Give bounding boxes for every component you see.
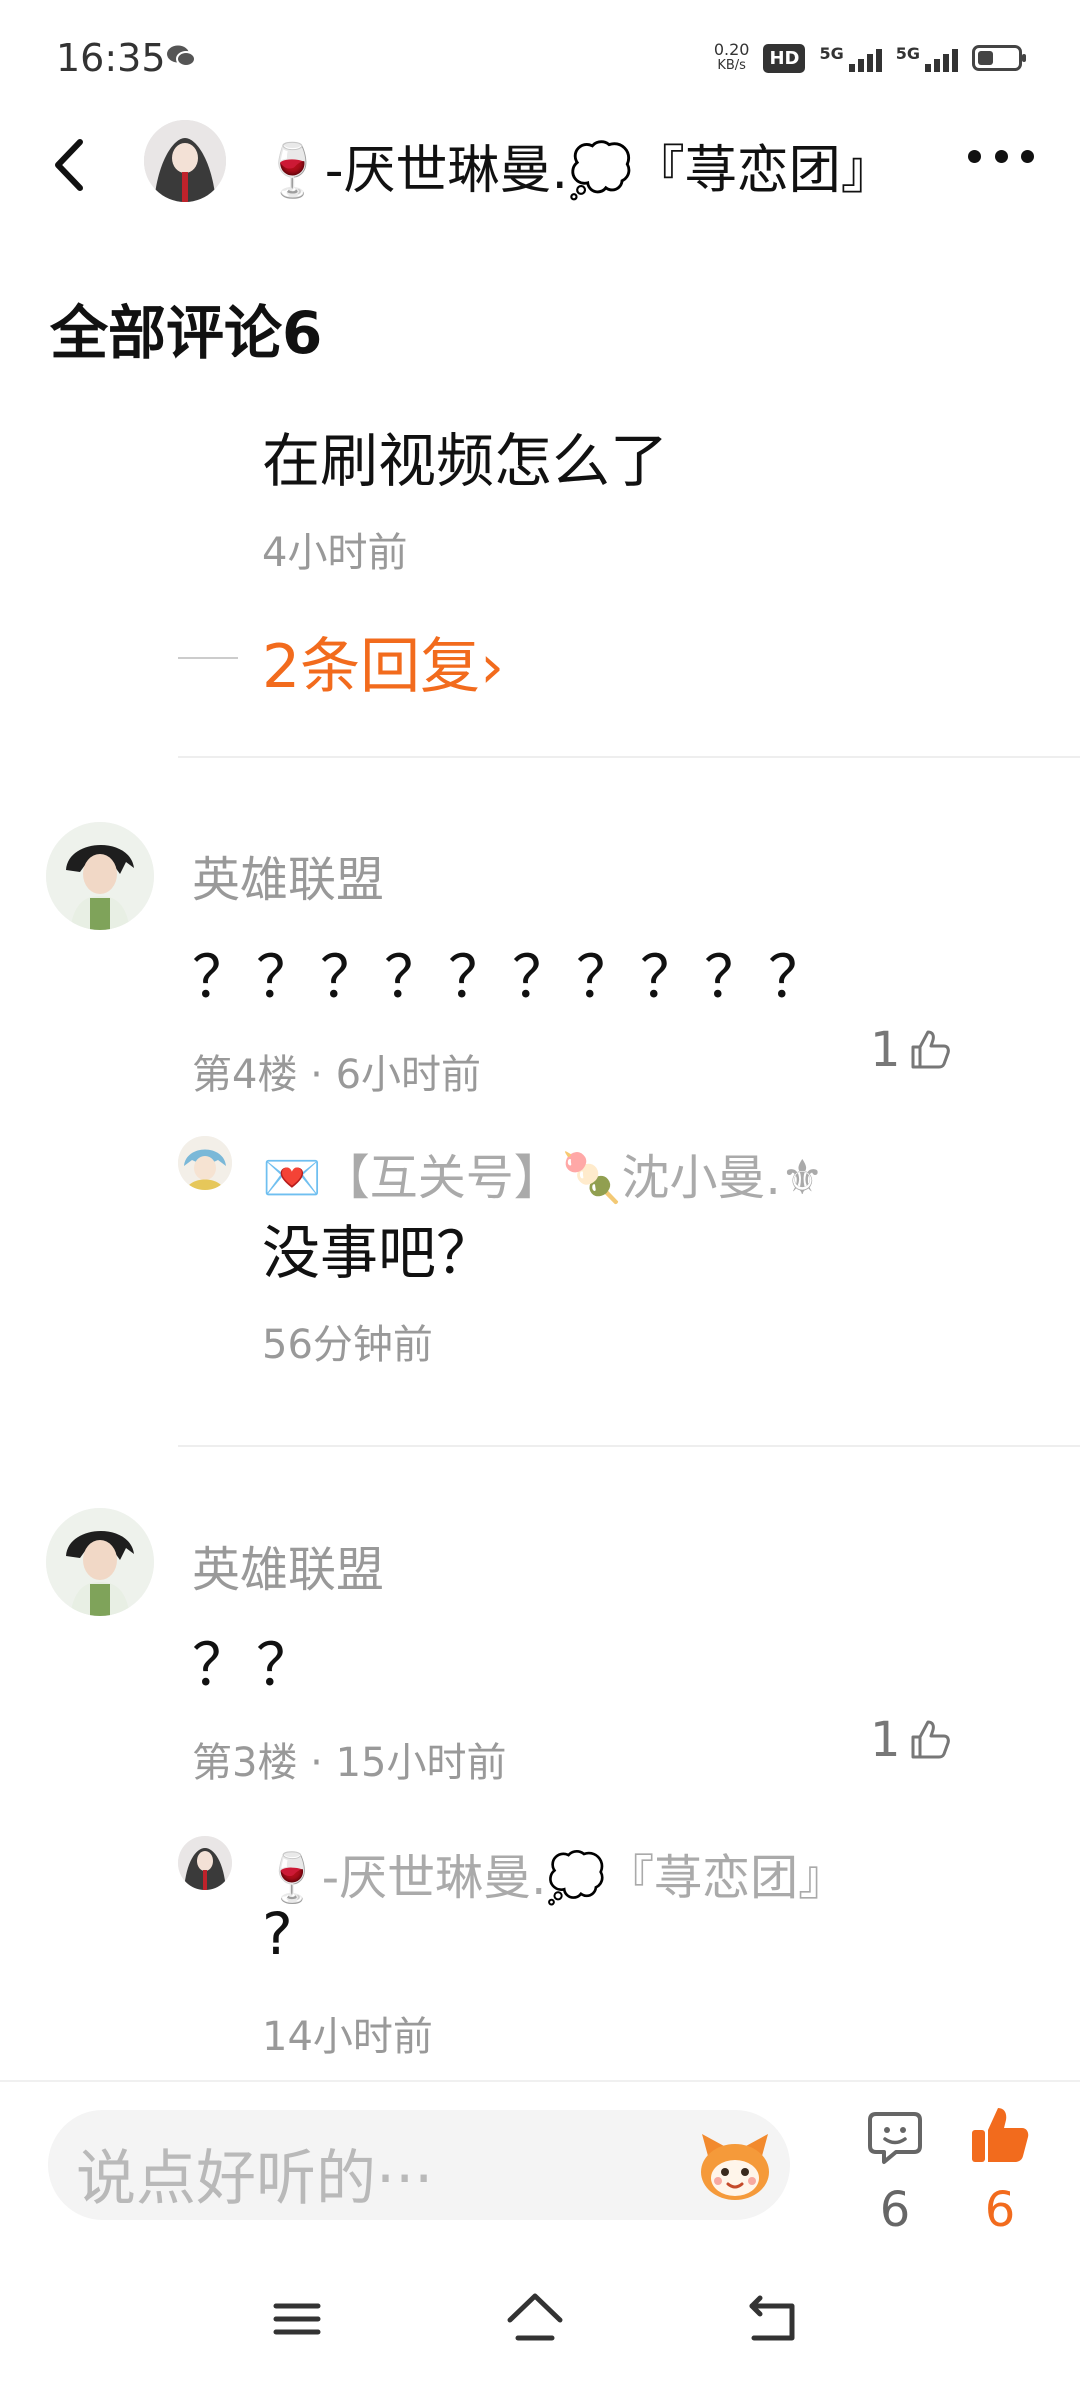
header-avatar[interactable] — [144, 120, 226, 202]
comment-divider — [178, 756, 1080, 758]
reply-avatar[interactable] — [178, 1836, 232, 1890]
battery-icon — [972, 45, 1026, 71]
avatar-illustration — [46, 822, 154, 930]
thumbs-up-icon[interactable] — [968, 2104, 1032, 2168]
replies-line — [178, 657, 238, 659]
like-button[interactable]: 1 — [870, 1022, 953, 1078]
comment-author[interactable]: 英雄联盟 — [192, 840, 384, 910]
avatar-illustration — [144, 120, 226, 202]
more-replies-link[interactable]: 2条回复› — [262, 618, 504, 705]
comment-time: 4小时前 — [262, 530, 408, 576]
signal-icon: 5G — [819, 44, 882, 72]
status-icons: 0.20 KB/s HD 5G 5G — [714, 38, 1026, 78]
back-arrow-icon[interactable] — [40, 130, 100, 200]
like-button[interactable]: 1 — [870, 1712, 953, 1768]
avatar-illustration — [46, 1508, 154, 1616]
avatar[interactable] — [46, 822, 154, 930]
comment-input-placeholder[interactable]: 说点好听的··· — [76, 2130, 433, 2217]
avatar[interactable] — [46, 1508, 154, 1616]
reply-author[interactable]: 💌【互关号】🍡沈小曼.⚜ — [262, 1138, 824, 1208]
signal-icon-2: 5G — [896, 44, 958, 72]
comment-floor-time: 第3楼 · 15小时前 — [192, 1740, 507, 1786]
avatar-illustration — [178, 1136, 232, 1190]
battery-fill — [978, 51, 993, 65]
wechat-icon — [167, 45, 196, 67]
home-icon[interactable] — [500, 2284, 570, 2354]
return-icon[interactable] — [738, 2284, 808, 2354]
status-time: 16:35 — [56, 36, 166, 80]
comment-count: 6 — [879, 2182, 911, 2238]
net-speed: 0.20 KB/s — [714, 42, 750, 74]
section-title: 全部评论6 — [50, 299, 323, 367]
net-speed-unit: KB/s — [717, 58, 746, 73]
sig2-label: 5G — [895, 44, 920, 63]
comment-text[interactable]: ？？ — [192, 1618, 320, 1702]
like-count: 6 — [984, 2182, 1016, 2238]
reply-text[interactable]: 没事吧？ — [262, 1206, 494, 1290]
comment-divider — [178, 1445, 1080, 1447]
reply-avatar[interactable] — [178, 1136, 232, 1190]
menu-icon[interactable] — [262, 2284, 332, 2354]
like-count: 1 — [870, 1712, 901, 1768]
avatar-illustration — [178, 1836, 232, 1890]
emoji-mascot-icon[interactable] — [694, 2126, 776, 2208]
reply-time: 14小时前 — [262, 2014, 433, 2060]
emoji-mascot-graphic — [701, 2134, 769, 2200]
comment-text[interactable]: 在刷视频怎么了 — [262, 414, 668, 498]
comment-author[interactable]: 英雄联盟 — [192, 1530, 384, 1600]
sig1-label: 5G — [819, 44, 844, 63]
like-count: 1 — [870, 1022, 901, 1078]
reply-time: 56分钟前 — [262, 1322, 433, 1368]
hd-badge: HD — [763, 43, 806, 73]
header-title[interactable]: 🍷-厌世琳曼.💭『荨恋团』 — [260, 128, 893, 203]
comment-floor-time: 第4楼 · 6小时前 — [192, 1052, 482, 1098]
reply-text[interactable]: ? — [262, 1900, 293, 1968]
reply-author[interactable]: 🍷-厌世琳曼.💭『荨恋团』 — [262, 1838, 846, 1908]
thumbs-up-icon — [911, 1030, 950, 1069]
net-speed-value: 0.20 — [713, 40, 750, 59]
more-dots-icon[interactable] — [968, 150, 1034, 166]
comment-text[interactable]: ？？？？？？？？？？ — [192, 930, 832, 1014]
comment-bubble-icon[interactable] — [866, 2108, 924, 2166]
thumbs-up-icon — [911, 1720, 950, 1759]
